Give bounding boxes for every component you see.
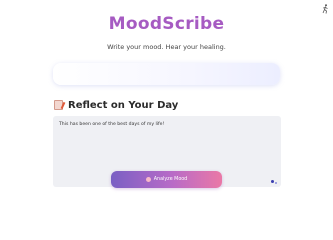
brain-icon: [145, 177, 151, 182]
resize-handle-icon[interactable]: [271, 180, 277, 184]
glow-panel: [53, 63, 280, 85]
app-title: MoodScribe: [108, 14, 225, 34]
running-figure-icon[interactable]: [321, 4, 329, 14]
app-tagline: Write your mood. Hear your healing.: [107, 43, 226, 51]
analyze-mood-label: Analyze Mood: [153, 177, 188, 182]
memo-icon: [54, 100, 63, 110]
section-heading-label: Reflect on Your Day: [68, 99, 179, 111]
section-heading: Reflect on Your Day: [54, 98, 178, 112]
app-page: MoodScribe Write your mood. Hear your he…: [0, 0, 333, 222]
analyze-mood-button[interactable]: Analyze Mood: [111, 171, 222, 188]
mood-entry-text: This has been one of the best days of my…: [59, 122, 165, 127]
